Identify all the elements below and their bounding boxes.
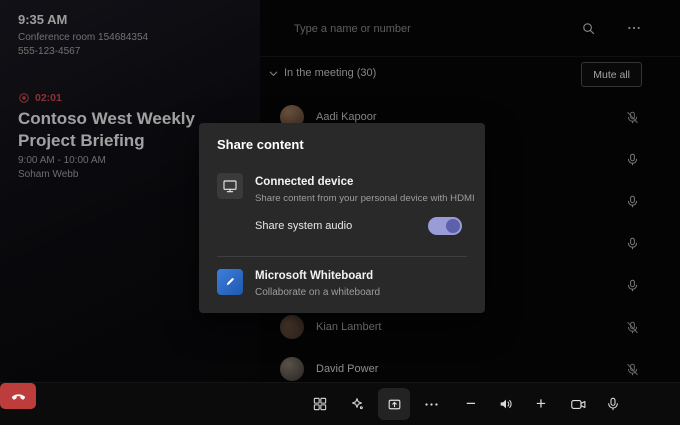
- monitor-icon: [222, 178, 238, 194]
- whiteboard-title: Microsoft Whiteboard: [255, 270, 373, 282]
- share-content-button[interactable]: [378, 388, 410, 420]
- mic-icon: [605, 396, 621, 412]
- connected-device-title: Connected device: [255, 176, 353, 188]
- hdmi-device-icon: [217, 173, 243, 199]
- share-system-audio-label: Share system audio: [255, 220, 352, 232]
- camera-button[interactable]: [562, 388, 594, 420]
- ellipsis-icon: [423, 396, 440, 413]
- speaker-button[interactable]: [490, 388, 522, 420]
- microsoft-whiteboard-icon: [217, 269, 243, 295]
- pen-icon: [223, 275, 237, 289]
- hang-up-icon: [10, 388, 27, 405]
- layout-grid-button[interactable]: [304, 388, 336, 420]
- volume-up-button[interactable]: +: [525, 388, 557, 420]
- teams-rooms-console: 9:35 AM Conference room 154684354 555-12…: [0, 0, 680, 425]
- effects-button[interactable]: [341, 388, 373, 420]
- connected-device-subtitle: Share content from your personal device …: [255, 193, 475, 204]
- speaker-icon: [498, 396, 514, 412]
- more-actions-button[interactable]: [415, 388, 447, 420]
- call-controls-bar: − +: [0, 382, 680, 425]
- sparkle-icon: [349, 396, 365, 412]
- mic-button[interactable]: [597, 388, 629, 420]
- dialog-divider: [217, 256, 467, 257]
- share-screen-icon: [386, 396, 403, 413]
- share-content-dialog: Share content Connected device Share con…: [199, 123, 485, 313]
- camera-icon: [570, 396, 587, 413]
- whiteboard-subtitle: Collaborate on a whiteboard: [255, 287, 380, 298]
- grid-icon: [312, 396, 328, 412]
- dialog-title: Share content: [217, 137, 304, 152]
- share-system-audio-toggle[interactable]: [428, 217, 462, 235]
- hang-up-button[interactable]: [0, 383, 36, 409]
- toggle-knob: [446, 219, 460, 233]
- volume-down-button[interactable]: −: [455, 388, 487, 420]
